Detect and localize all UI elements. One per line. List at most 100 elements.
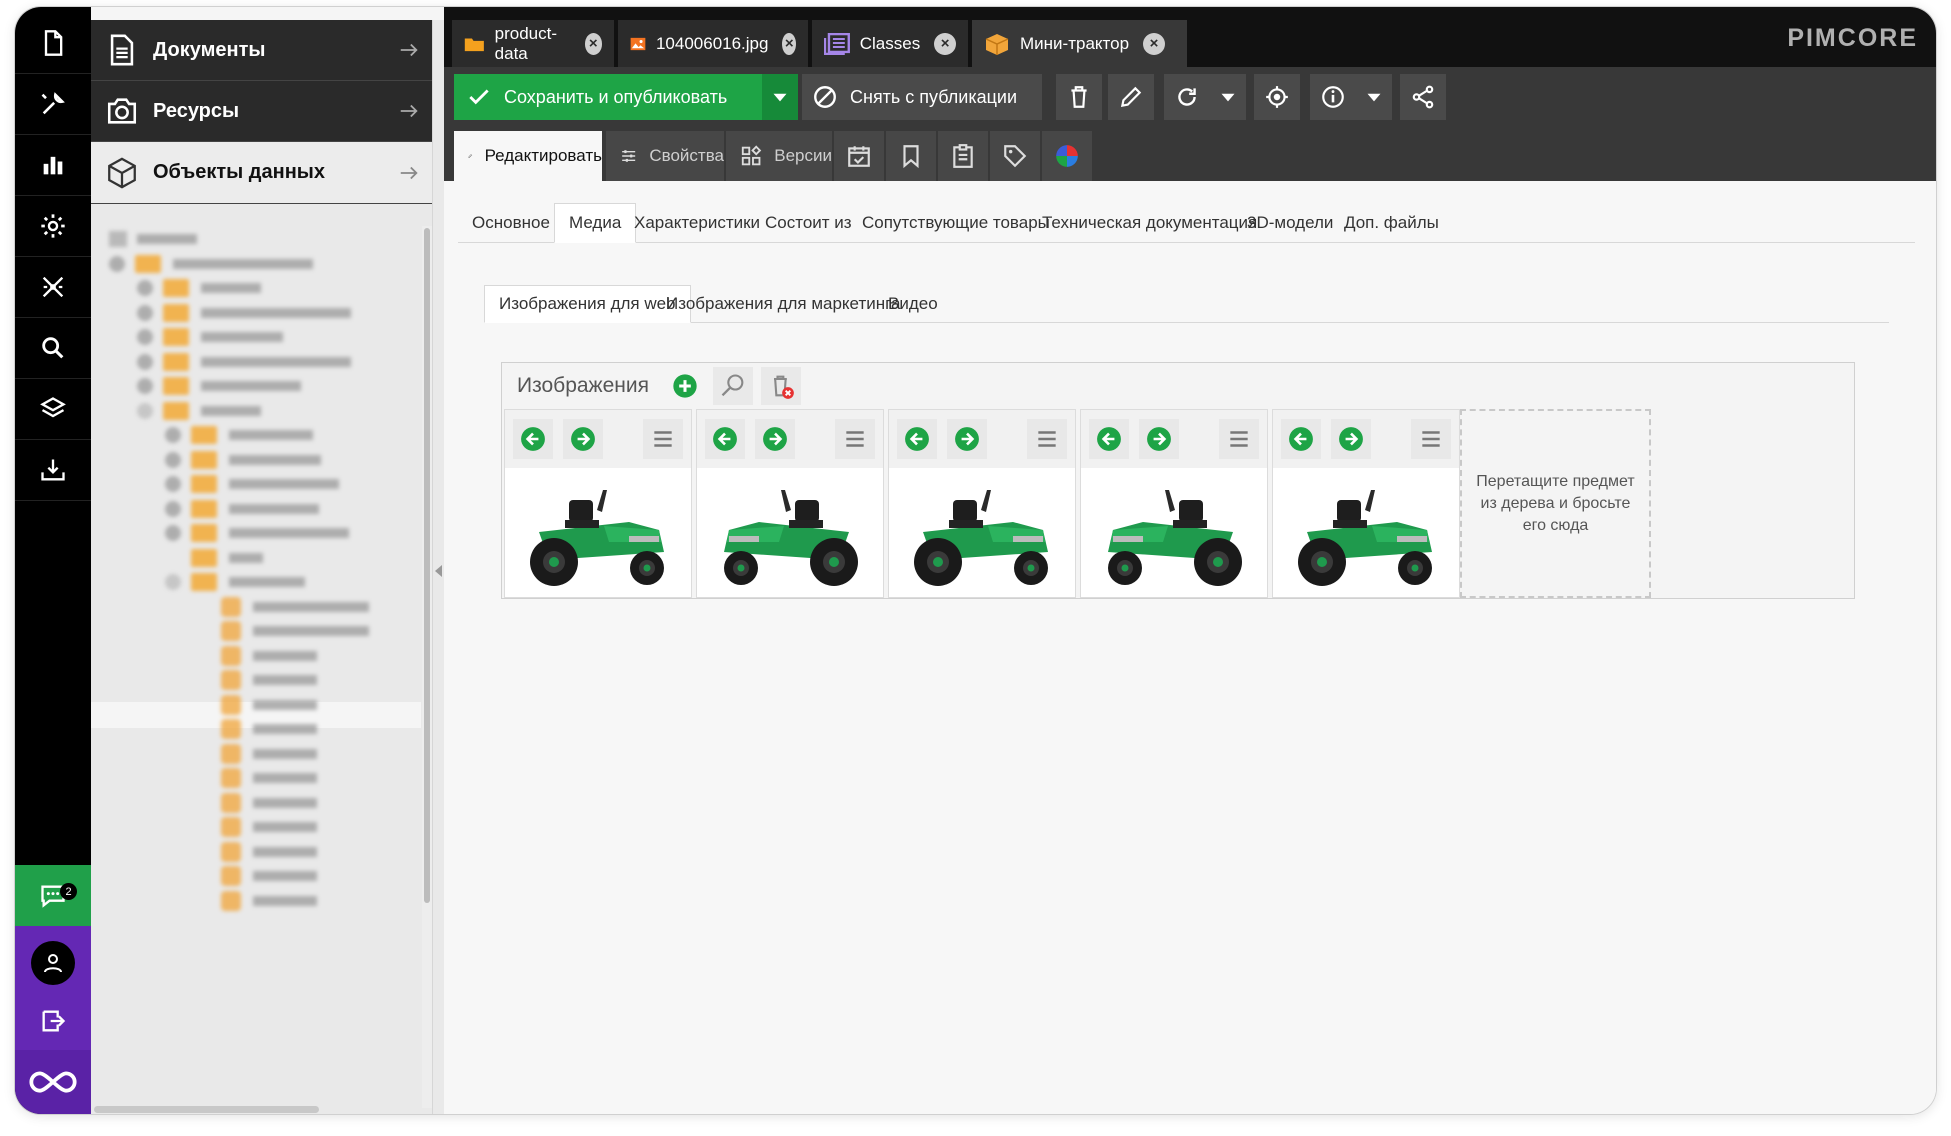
- tile-menu-button[interactable]: [1027, 419, 1067, 459]
- rail-tools[interactable]: [15, 74, 91, 135]
- tree-node[interactable]: [137, 302, 351, 324]
- image-tile[interactable]: [696, 409, 884, 598]
- rail-notifications[interactable]: 2: [15, 865, 91, 926]
- tree-node[interactable]: [221, 841, 317, 863]
- info-button[interactable]: [1310, 74, 1356, 120]
- reload-button[interactable]: [1164, 74, 1210, 120]
- tab-properties[interactable]: Свойства: [606, 131, 724, 181]
- clear-images-button[interactable]: [760, 367, 801, 405]
- move-left-button[interactable]: [1089, 419, 1129, 459]
- rail-settings[interactable]: [15, 196, 91, 257]
- tab-mini-tractor[interactable]: Мини-трактор ×: [972, 20, 1187, 67]
- logout-icon[interactable]: [39, 1007, 67, 1035]
- add-image-button[interactable]: [665, 367, 705, 405]
- tree-node[interactable]: [221, 767, 317, 789]
- tree-node[interactable]: [221, 792, 317, 814]
- tab-versions[interactable]: Версии: [726, 131, 832, 181]
- tree-node[interactable]: [221, 645, 317, 667]
- panel-splitter[interactable]: [432, 20, 444, 1114]
- delete-button[interactable]: [1056, 74, 1102, 120]
- tree-node[interactable]: [109, 228, 197, 250]
- tree-node[interactable]: [221, 743, 317, 765]
- save-publish-button[interactable]: Сохранить и опубликовать: [454, 74, 762, 120]
- tree-node[interactable]: [165, 424, 313, 446]
- move-right-button[interactable]: [1139, 419, 1179, 459]
- tile-menu-button[interactable]: [1219, 419, 1259, 459]
- info-options-dropdown[interactable]: [1356, 74, 1392, 120]
- tab-schedule[interactable]: [834, 131, 884, 181]
- tree-vertical-scrollbar[interactable]: [422, 226, 432, 1108]
- save-options-dropdown[interactable]: [762, 74, 798, 120]
- tree-section-documents[interactable]: Документы: [91, 20, 432, 81]
- move-left-button[interactable]: [705, 419, 745, 459]
- tree-node[interactable]: [137, 351, 351, 373]
- tab-general[interactable]: Основное: [458, 203, 564, 243]
- tree-node[interactable]: [137, 277, 261, 299]
- tile-menu-button[interactable]: [643, 419, 683, 459]
- move-left-button[interactable]: [1281, 419, 1321, 459]
- reload-options-dropdown[interactable]: [1210, 74, 1246, 120]
- tab-video[interactable]: Видео: [874, 285, 952, 323]
- rail-documents[interactable]: [15, 13, 91, 74]
- tree-node[interactable]: [137, 375, 301, 397]
- drop-zone[interactable]: Перетащите предмет из дерева и бросьте е…: [1460, 409, 1651, 598]
- move-left-button[interactable]: [513, 419, 553, 459]
- tree-section-assets[interactable]: Ресурсы: [91, 81, 432, 142]
- tab-notes[interactable]: [938, 131, 988, 181]
- tree-node[interactable]: [165, 571, 305, 593]
- tree-section-data-objects[interactable]: Объекты данных: [91, 142, 432, 204]
- share-button[interactable]: [1400, 74, 1446, 120]
- close-icon[interactable]: ×: [934, 32, 956, 55]
- close-icon[interactable]: ×: [584, 32, 602, 55]
- tab-tags[interactable]: [990, 131, 1040, 181]
- rename-button[interactable]: [1108, 74, 1154, 120]
- tree-node[interactable]: [221, 816, 317, 838]
- move-right-button[interactable]: [947, 419, 987, 459]
- rail-reports[interactable]: [15, 135, 91, 196]
- tab-workflow[interactable]: [1042, 131, 1092, 181]
- tree-node[interactable]: [109, 253, 313, 275]
- image-tile[interactable]: [1272, 409, 1460, 598]
- tab-image-file[interactable]: 104006016.jpg ×: [618, 20, 808, 67]
- close-icon[interactable]: ×: [1143, 32, 1166, 55]
- tree-node[interactable]: [221, 596, 369, 618]
- rail-search[interactable]: [15, 318, 91, 379]
- search-image-button[interactable]: [712, 367, 753, 405]
- tab-extra-files[interactable]: Доп. файлы: [1330, 203, 1453, 243]
- tree-node[interactable]: [165, 473, 339, 495]
- move-right-button[interactable]: [755, 419, 795, 459]
- tree-node[interactable]: [137, 400, 261, 422]
- unpublish-button[interactable]: Снять с публикации: [802, 74, 1042, 120]
- tree-node[interactable]: [165, 449, 321, 471]
- rail-pimcore-logo[interactable]: [15, 1050, 91, 1114]
- close-icon[interactable]: ×: [782, 32, 796, 55]
- tab-edit[interactable]: Редактировать: [454, 131, 602, 181]
- tab-bookmarks[interactable]: [886, 131, 936, 181]
- tree-node[interactable]: [221, 669, 317, 691]
- tree-node[interactable]: [165, 498, 319, 520]
- image-tile[interactable]: [1080, 409, 1268, 598]
- tree-node[interactable]: [165, 522, 349, 544]
- move-right-button[interactable]: [563, 419, 603, 459]
- tab-product-data[interactable]: product-data ×: [452, 20, 614, 67]
- rail-workflow[interactable]: [15, 440, 91, 501]
- image-tile[interactable]: [888, 409, 1076, 598]
- tree-node[interactable]: [221, 718, 317, 740]
- collapse-arrow-icon[interactable]: [435, 565, 442, 577]
- tree-node[interactable]: [221, 865, 317, 887]
- tree-node[interactable]: [137, 326, 283, 348]
- tree-node[interactable]: [221, 890, 317, 912]
- tile-menu-button[interactable]: [835, 419, 875, 459]
- image-tile[interactable]: [504, 409, 692, 598]
- locate-in-tree-button[interactable]: [1254, 74, 1300, 120]
- rail-datahub[interactable]: [15, 257, 91, 318]
- move-left-button[interactable]: [897, 419, 937, 459]
- tile-menu-button[interactable]: [1411, 419, 1451, 459]
- rail-marketplace[interactable]: [15, 379, 91, 440]
- tree-horizontal-scrollbar[interactable]: [91, 1104, 421, 1114]
- tree-node[interactable]: [221, 620, 369, 642]
- move-right-button[interactable]: [1331, 419, 1371, 459]
- tab-classes[interactable]: Classes ×: [812, 20, 968, 67]
- tree-node[interactable]: [191, 547, 263, 569]
- avatar[interactable]: [31, 941, 75, 985]
